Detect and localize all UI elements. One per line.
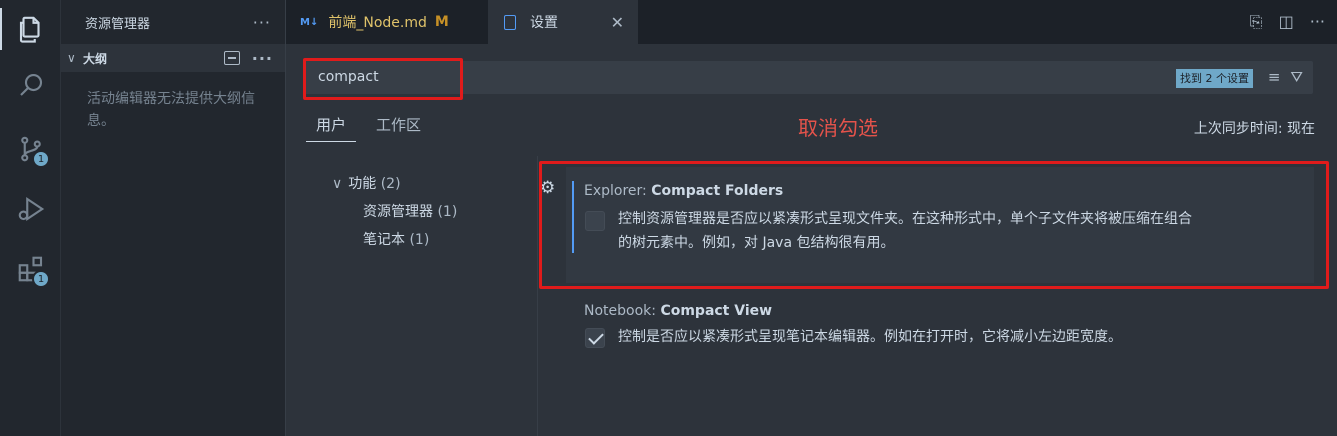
explorer-icon[interactable] bbox=[0, 2, 61, 56]
editor-tabs: M↓ 前端_Node.md M 设置 ✕ ⎘ ◫ ··· bbox=[286, 0, 1337, 44]
close-icon[interactable]: ✕ bbox=[611, 13, 624, 32]
settings-toc: ∨ 功能 (2) 资源管理器 (1) 笔记本 (1) bbox=[332, 170, 457, 254]
settings-search-input[interactable] bbox=[318, 61, 718, 94]
filter-icon[interactable]: ⛛ bbox=[1290, 68, 1303, 86]
setting-description: 控制资源管理器是否应以紧凑形式呈现文件夹。在这种形式中，单个子文件夹将被压缩在组… bbox=[618, 211, 1192, 251]
setting-explorer-compact-folders: ⚙ Explorer: Compact Folders 控制资源管理器是否应以紧… bbox=[540, 167, 1314, 283]
file-icon bbox=[504, 14, 516, 30]
outline-more-icon[interactable]: ··· bbox=[252, 49, 273, 68]
collapse-all-icon[interactable] bbox=[223, 51, 240, 65]
tab-label: 设置 bbox=[530, 15, 558, 31]
outline-label: 大纲 bbox=[83, 51, 108, 66]
toc-item-notebook[interactable]: 笔记本 (1) bbox=[332, 226, 457, 254]
focus-indicator bbox=[572, 181, 574, 253]
clear-filter-icon[interactable]: ≡ bbox=[1268, 68, 1281, 86]
more-actions-icon[interactable]: ··· bbox=[1310, 12, 1325, 32]
search-icon[interactable] bbox=[0, 58, 61, 112]
more-actions-icon[interactable]: ··· bbox=[253, 13, 271, 32]
chevron-down-icon: ∨ bbox=[67, 51, 76, 65]
tab-workspace[interactable]: 工作区 bbox=[376, 114, 421, 142]
outline-empty-message: 活动编辑器无法提供大纲信息。 bbox=[87, 91, 255, 129]
split-editor-icon[interactable]: ◫ bbox=[1279, 12, 1294, 32]
results-count-badge: 找到 2 个设置 bbox=[1176, 69, 1253, 88]
toc-item-explorer[interactable]: 资源管理器 (1) bbox=[332, 198, 457, 226]
setting-title-notebook: Notebook: Compact View bbox=[584, 303, 773, 319]
outline-section-header[interactable]: ∨ 大纲 ··· bbox=[61, 44, 285, 72]
run-debug-icon[interactable] bbox=[0, 182, 61, 236]
toc-group[interactable]: ∨ 功能 (2) bbox=[332, 170, 457, 198]
setting-description-notebook: 控制是否应以紧凑形式呈现笔记本编辑器。例如在打开时，它将减小左边距宽度。 bbox=[618, 329, 1122, 345]
sidebar-header: 资源管理器 ··· bbox=[61, 0, 285, 44]
editor-title-actions: ⎘ ◫ ··· bbox=[1250, 12, 1325, 32]
compact-view-checkbox[interactable] bbox=[585, 328, 605, 348]
gear-icon[interactable]: ⚙ bbox=[540, 178, 555, 198]
sidebar-title: 资源管理器 bbox=[85, 16, 151, 32]
tab-user[interactable]: 用户 bbox=[306, 114, 357, 142]
tab-label: 前端_Node.md bbox=[328, 15, 427, 31]
settings-editor: 找到 2 个设置 ≡ ⛛ 用户 工作区 取消勾选 上次同步时间: 现在 ∨功能 … bbox=[286, 44, 1337, 436]
settings-search-bar: 找到 2 个设置 ≡ ⛛ bbox=[304, 61, 1313, 94]
source-control-badge: 1 bbox=[32, 150, 50, 168]
tab-settings[interactable]: 设置 ✕ bbox=[488, 0, 638, 44]
open-settings-json-icon[interactable]: ⎘ bbox=[1250, 12, 1263, 32]
chevron-down-icon: ∨ bbox=[332, 176, 343, 192]
activity-bar: 1 1 bbox=[0, 0, 61, 436]
sync-status: 上次同步时间: 现在 bbox=[1193, 121, 1315, 137]
sidebar: 资源管理器 ··· ∨ 大纲 ··· 活动编辑器无法提供大纲信息。 bbox=[61, 0, 286, 436]
extensions-badge: 1 bbox=[32, 270, 50, 288]
extensions-icon[interactable]: 1 bbox=[0, 242, 61, 296]
source-control-icon[interactable]: 1 bbox=[0, 122, 61, 176]
compact-folders-checkbox[interactable] bbox=[585, 211, 605, 231]
modified-indicator: M bbox=[434, 14, 449, 30]
annotation-text: 取消勾选 bbox=[798, 116, 878, 140]
toc-divider bbox=[537, 156, 538, 436]
scope-tabs: 用户 工作区 bbox=[306, 114, 421, 142]
tab-node-md[interactable]: M↓ 前端_Node.md M bbox=[286, 0, 488, 44]
markdown-icon: M↓ bbox=[300, 16, 319, 28]
setting-title: Explorer: Compact Folders bbox=[584, 183, 784, 199]
